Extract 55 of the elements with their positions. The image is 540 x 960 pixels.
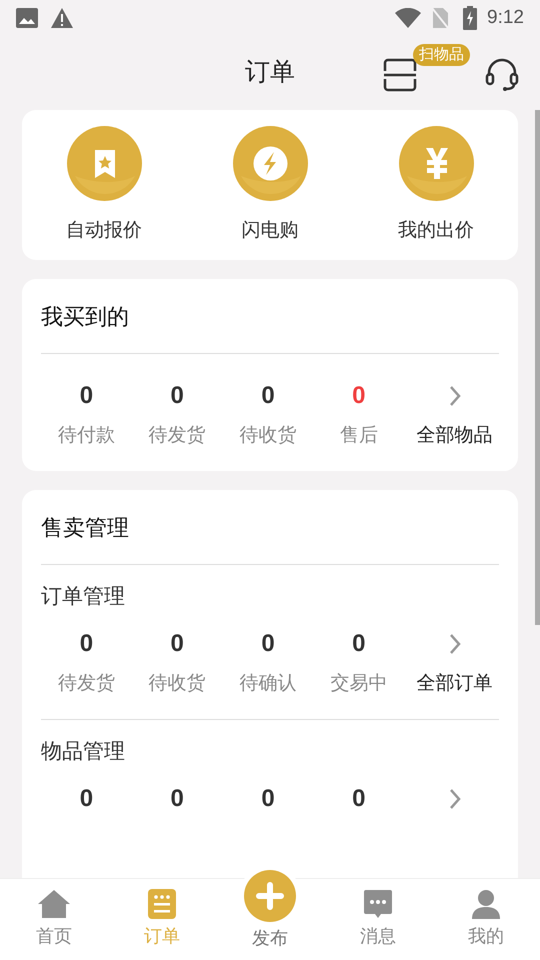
status-label[interactable]: 待付款 <box>58 423 115 449</box>
tab[interactable]: 消息 <box>324 879 432 960</box>
count[interactable]: 0 <box>352 629 366 659</box>
count[interactable]: 0 <box>80 784 94 814</box>
bookmark-icon <box>66 126 142 201</box>
count[interactable]: 0 <box>170 784 184 814</box>
count[interactable]: 0 <box>352 784 366 814</box>
scrollbar[interactable] <box>535 110 540 625</box>
shortcut-label[interactable]: 我的出价 <box>398 217 474 246</box>
status-label[interactable]: 待确认 <box>239 671 296 697</box>
scan-badge: 扫物品 <box>413 44 470 66</box>
flash-icon <box>232 126 308 201</box>
yen-icon <box>398 126 474 201</box>
count[interactable]: 0 <box>80 629 94 659</box>
plus-icon <box>244 870 296 922</box>
status-label[interactable]: 待收货 <box>148 671 206 697</box>
home-icon <box>37 889 71 919</box>
page-title: 订单 <box>245 57 295 88</box>
tab[interactable]: 我的 <box>432 879 540 960</box>
chevron-icon <box>448 384 462 408</box>
chevron-icon <box>448 787 462 811</box>
scan-icon[interactable] <box>383 58 417 92</box>
clock: 9:12 <box>487 6 524 30</box>
view-all-link[interactable]: 全部订单 <box>416 671 493 697</box>
group-title: 物品管理 <box>41 739 126 766</box>
battery-icon <box>463 6 478 30</box>
count[interactable]: 0 <box>170 629 184 659</box>
list-icon <box>148 889 176 919</box>
chevron-icon <box>448 632 462 656</box>
tab[interactable]: 首页 <box>0 879 108 960</box>
count[interactable]: 0 <box>261 381 275 411</box>
count[interactable]: 0 <box>170 381 184 411</box>
status-label[interactable]: 待发货 <box>148 423 206 449</box>
image-icon <box>16 8 38 28</box>
person-icon <box>472 889 500 919</box>
count[interactable]: 0 <box>80 381 94 411</box>
wifi-icon <box>395 8 422 28</box>
tab[interactable]: 发布 <box>216 865 324 960</box>
shortcut-label[interactable]: 闪电购 <box>242 217 298 246</box>
status-label[interactable]: 交易中 <box>330 671 388 697</box>
count[interactable]: 0 <box>261 784 275 814</box>
section-title: 我买到的 <box>41 279 499 354</box>
count[interactable]: 0 <box>352 381 366 411</box>
status-label[interactable]: 售后 <box>340 423 378 449</box>
chat-icon <box>363 889 393 919</box>
group-title: 订单管理 <box>41 584 126 610</box>
status-label[interactable]: 待发货 <box>58 671 115 697</box>
status-label[interactable]: 待收货 <box>239 423 296 449</box>
view-all-link[interactable]: 全部物品 <box>416 423 493 449</box>
shortcut-label[interactable]: 自动报价 <box>66 217 142 246</box>
section-title: 售卖管理 <box>41 490 499 565</box>
count[interactable]: 0 <box>261 629 275 659</box>
warning-icon <box>50 7 74 29</box>
no-sim-icon <box>431 7 450 29</box>
headset-icon[interactable] <box>485 57 519 91</box>
